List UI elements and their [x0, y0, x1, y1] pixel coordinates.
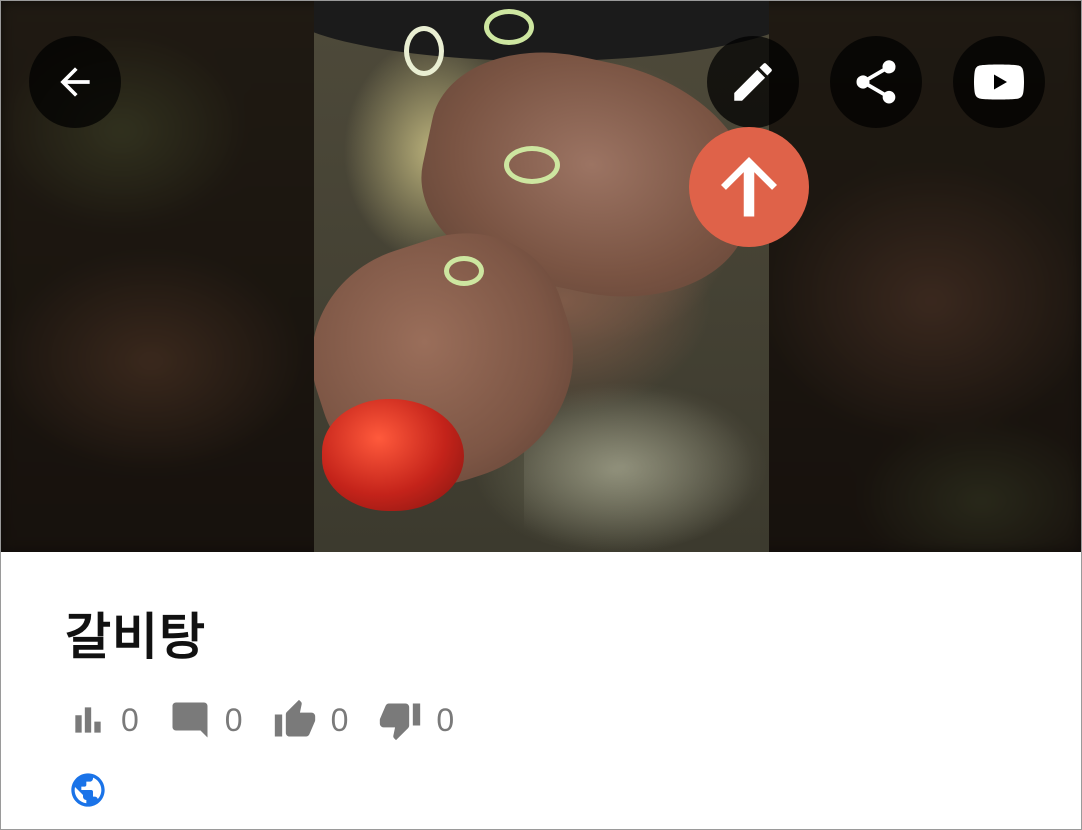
bar-chart-icon — [69, 701, 107, 739]
dislikes-count: 0 — [436, 701, 455, 738]
hero-image-area — [1, 1, 1081, 552]
dislikes-stat[interactable]: 0 — [378, 698, 454, 742]
pencil-icon — [728, 57, 778, 107]
comments-count: 0 — [224, 701, 243, 738]
arrow-left-icon — [53, 60, 97, 104]
thumb-up-icon — [273, 698, 317, 742]
youtube-icon — [969, 52, 1029, 112]
arrow-up-icon — [707, 143, 791, 231]
recipe-title: 갈비탕 — [65, 608, 206, 666]
views-count: 0 — [121, 701, 139, 738]
stats-row: 0 0 0 0 — [69, 697, 484, 743]
youtube-button[interactable] — [953, 36, 1045, 128]
thumb-down-icon — [378, 698, 422, 742]
edit-button[interactable] — [707, 36, 799, 128]
recipe-detail-screen: 갈비탕 0 0 0 0 — [0, 0, 1082, 830]
globe-icon — [68, 773, 108, 814]
food-photo[interactable] — [314, 1, 769, 552]
visibility-public-button[interactable] — [68, 770, 108, 810]
share-button[interactable] — [830, 36, 922, 128]
comment-icon — [169, 699, 211, 741]
comments-stat[interactable]: 0 — [169, 699, 243, 741]
views-stat: 0 — [69, 701, 139, 739]
likes-stat[interactable]: 0 — [273, 698, 349, 742]
likes-count: 0 — [330, 701, 349, 738]
back-button[interactable] — [29, 36, 121, 128]
share-icon — [850, 56, 902, 108]
upvote-button[interactable] — [689, 127, 809, 247]
